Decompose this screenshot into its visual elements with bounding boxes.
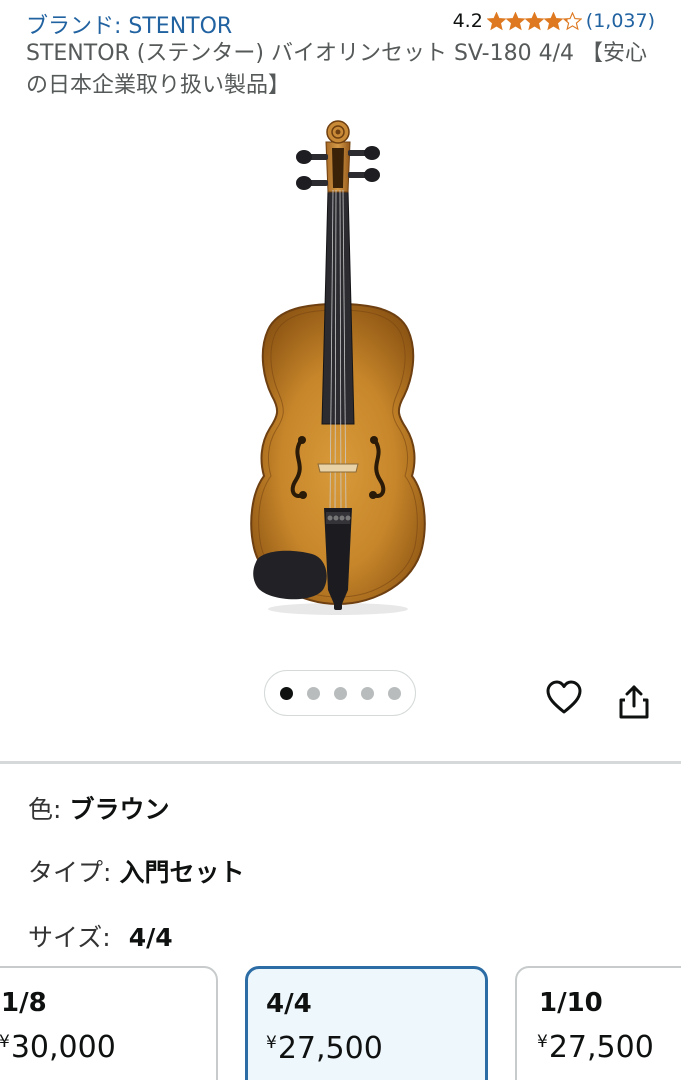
star-rating (486, 11, 582, 31)
variation-type: タイプ: 入門セット (28, 853, 244, 889)
size-option-price: ¥27,500 (266, 1031, 383, 1066)
size-label: サイズ: (28, 923, 111, 952)
size-option-name: 1/8 (1, 988, 47, 1018)
size-option-card[interactable]: 1/8 ¥30,000 (0, 966, 218, 1080)
star-full-icon (505, 11, 525, 30)
section-divider (0, 761, 681, 764)
price-value: 30,000 (10, 1030, 116, 1065)
currency-symbol: ¥ (266, 1033, 277, 1053)
carousel-dot[interactable] (387, 686, 401, 700)
product-header: ブランド: STENTOR 4.2 (1,037) (26, 6, 655, 39)
type-label: タイプ: (28, 858, 112, 887)
carousel-dot-active[interactable] (279, 686, 293, 700)
carousel-dot[interactable] (306, 686, 320, 700)
price-value: 27,500 (548, 1030, 654, 1065)
image-carousel-indicator[interactable] (264, 670, 416, 716)
brand-link[interactable]: ブランド: STENTOR (26, 8, 232, 40)
rating-count-link[interactable]: (1,037) (586, 10, 655, 32)
share-icon[interactable] (617, 684, 651, 720)
size-option-price: ¥27,500 (537, 1030, 654, 1065)
type-value: 入門セット (119, 858, 245, 887)
carousel-dot[interactable] (333, 686, 347, 700)
size-option-card[interactable]: 1/10 ¥27,500 (515, 966, 681, 1080)
rating-summary[interactable]: 4.2 (1,037) (453, 10, 655, 32)
size-option-name: 4/4 (266, 989, 312, 1019)
star-full-icon (524, 11, 544, 30)
size-option-card-selected[interactable]: 4/4 ¥27,500 (245, 966, 488, 1080)
heart-icon[interactable] (546, 680, 582, 716)
star-full-icon (543, 11, 563, 30)
size-value: 4/4 (128, 923, 173, 952)
star-full-icon (486, 11, 506, 30)
currency-symbol: ¥ (537, 1032, 548, 1052)
product-image[interactable] (230, 112, 450, 622)
product-page: ブランド: STENTOR 4.2 (1,037) STENTOR (ステンター… (0, 0, 681, 1080)
size-option-price: ¥30,000 (0, 1030, 116, 1065)
star-partial-icon (562, 11, 582, 30)
variation-color: 色: ブラウン (28, 790, 169, 826)
price-value: 27,500 (277, 1031, 383, 1066)
size-option-name: 1/10 (539, 988, 603, 1018)
variation-size: サイズ: 4/4 (28, 918, 173, 954)
color-value: ブラウン (69, 795, 170, 824)
rating-value: 4.2 (452, 10, 483, 32)
product-title: STENTOR (ステンター) バイオリンセット SV-180 4/4 【安心の… (26, 41, 647, 98)
carousel-dot[interactable] (360, 686, 374, 700)
currency-symbol: ¥ (0, 1032, 10, 1052)
color-label: 色: (28, 795, 62, 824)
